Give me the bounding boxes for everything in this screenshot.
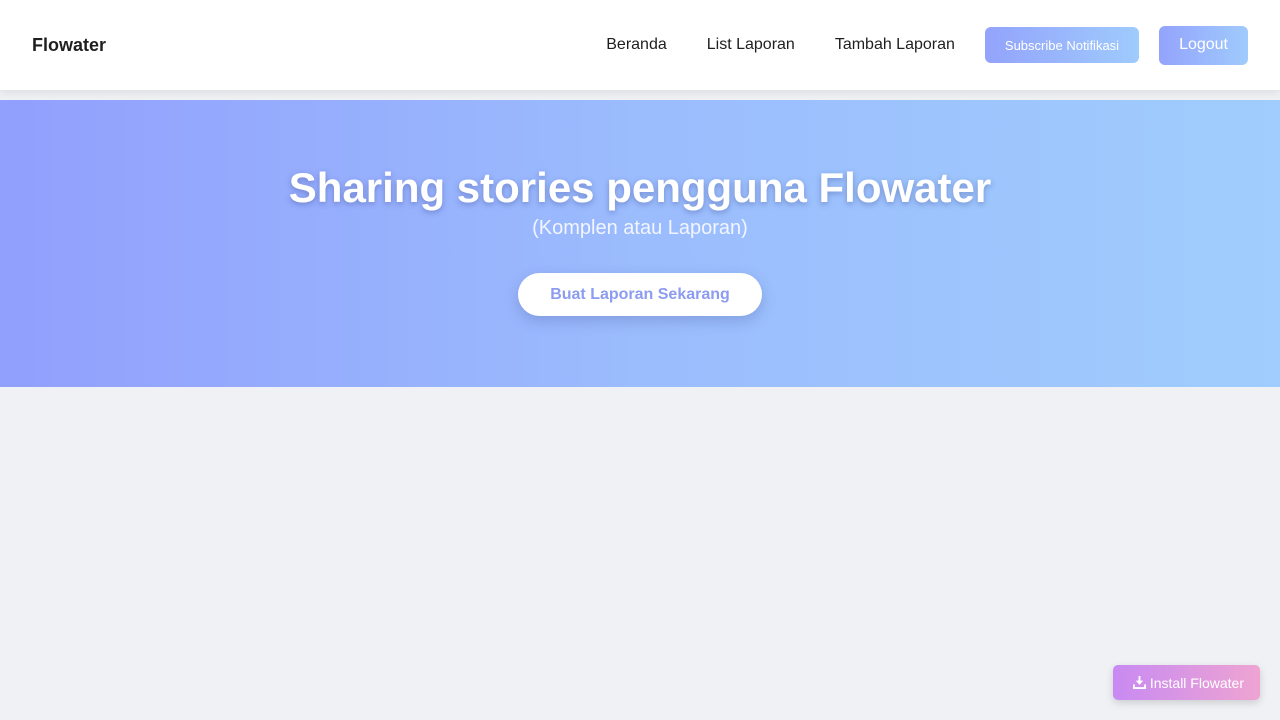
top-navbar: Flowater Beranda List Laporan Tambah Lap… <box>0 0 1280 90</box>
install-app-label: Install Flowater <box>1149 674 1244 691</box>
nav-link-list-laporan[interactable]: List Laporan <box>687 36 815 54</box>
download-icon <box>1132 676 1146 689</box>
subscribe-notification-button[interactable]: Subscribe Notifikasi <box>984 27 1140 63</box>
logout-button[interactable]: Logout <box>1159 25 1248 65</box>
install-app-button[interactable]: Install Flowater <box>1112 665 1260 700</box>
hero-title: Sharing stories pengguna Flowater <box>288 164 992 211</box>
hero-banner: Sharing stories pengguna Flowater (Kompl… <box>0 100 1280 387</box>
nav-menu: Beranda List Laporan Tambah Laporan Subs… <box>586 25 1248 65</box>
hero-subtitle: (Komplen atau Laporan) <box>532 217 748 239</box>
nav-link-beranda[interactable]: Beranda <box>586 36 687 54</box>
nav-link-tambah-laporan[interactable]: Tambah Laporan <box>815 36 975 54</box>
create-report-button[interactable]: Buat Laporan Sekarang <box>518 273 762 316</box>
brand-logo[interactable]: Flowater <box>32 35 106 56</box>
